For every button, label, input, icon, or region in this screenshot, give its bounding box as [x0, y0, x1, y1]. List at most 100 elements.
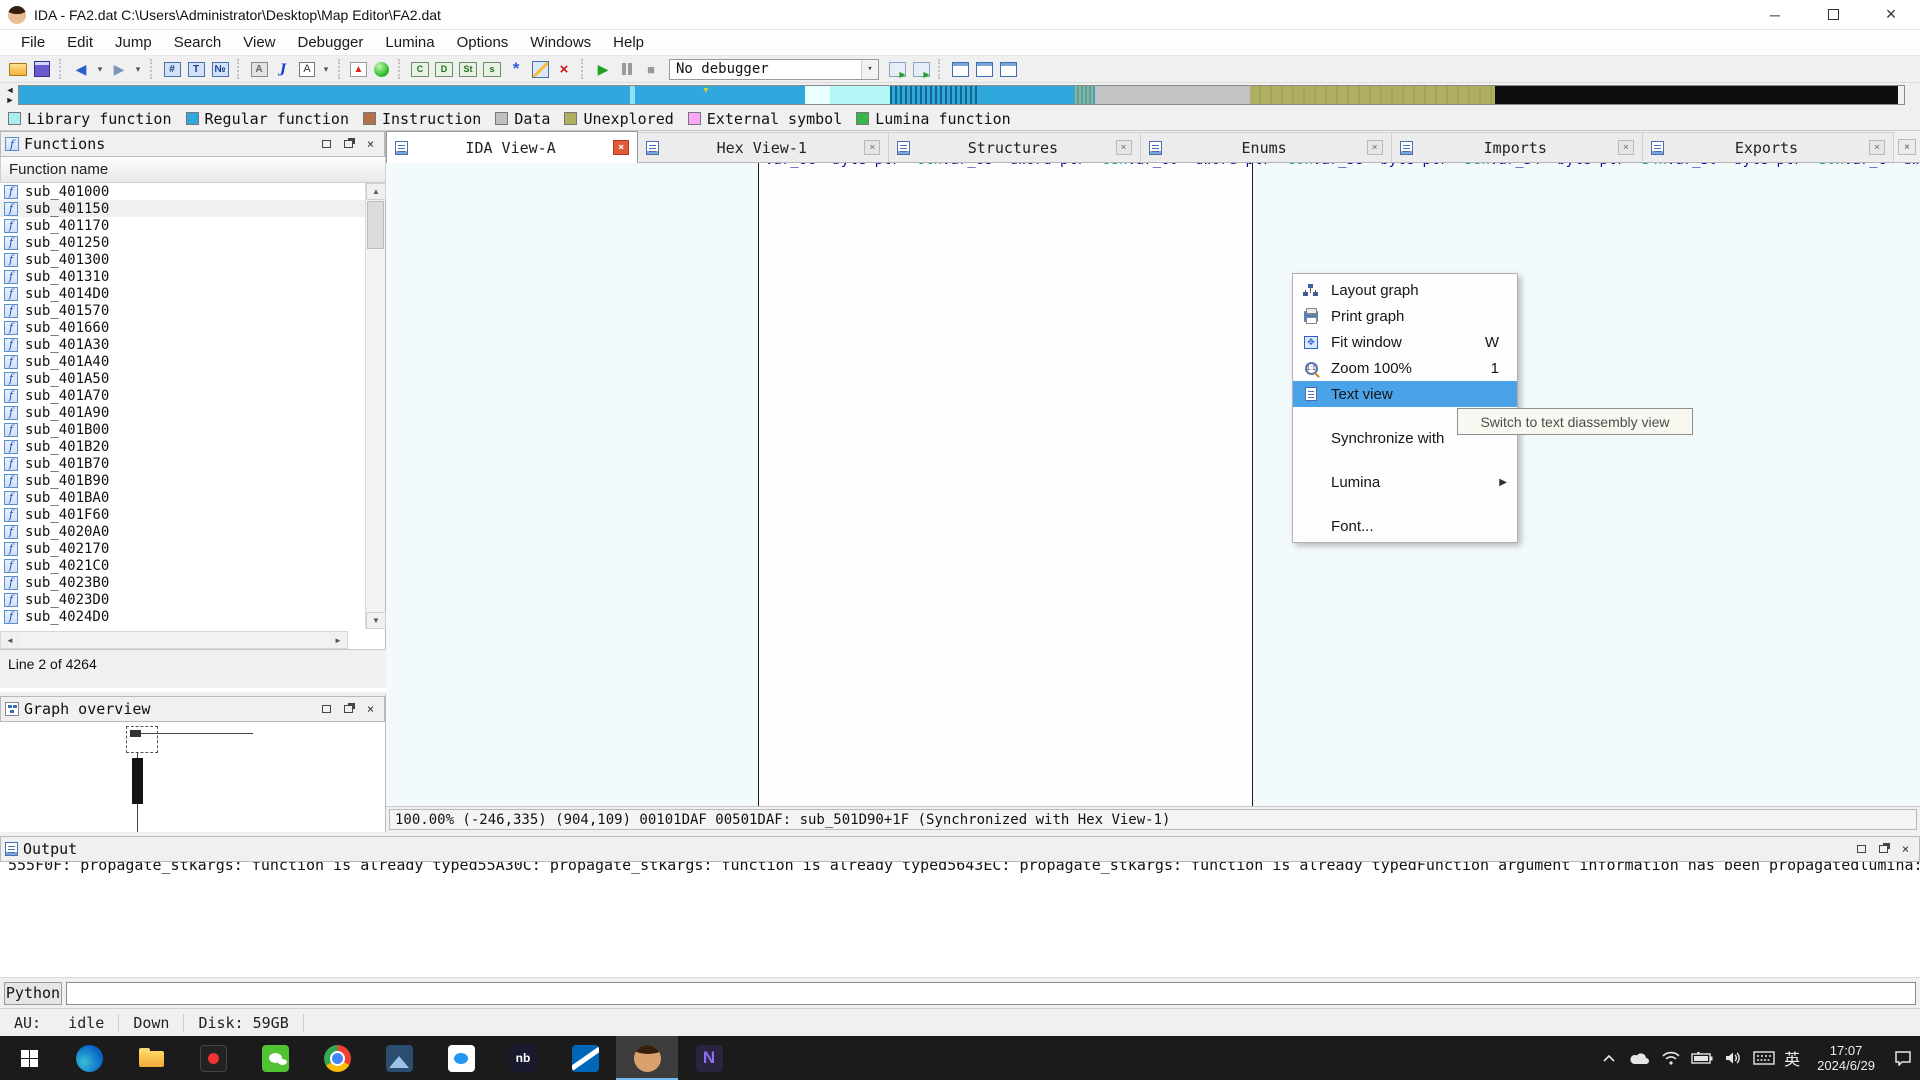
onedrive-cloud-icon[interactable]	[1629, 1047, 1651, 1069]
graph-view-canvas[interactable]: var_6C= byte ptr -6Chvar_68= dword ptr -…	[386, 163, 1920, 806]
function-list-item[interactable]: fsub_4023B0	[0, 574, 366, 591]
taskbar-app-ida[interactable]	[616, 1036, 678, 1080]
function-list-item[interactable]: fsub_401300	[0, 251, 366, 268]
output-panel-titlebar[interactable]: Output ×	[0, 836, 1920, 862]
function-list-item[interactable]: fsub_401310	[0, 268, 366, 285]
detach-icon[interactable]	[911, 59, 931, 79]
tab-close-icon[interactable]: ×	[1367, 140, 1383, 155]
make-code-icon[interactable]: C	[410, 59, 430, 79]
touch-keyboard-icon[interactable]	[1753, 1047, 1775, 1069]
ascii-a-icon[interactable]: A	[297, 59, 317, 79]
menu-item-view[interactable]: View	[232, 32, 286, 53]
taskbar-app-edge[interactable]	[58, 1036, 120, 1080]
search-gray-icon[interactable]: A	[249, 59, 269, 79]
function-list-item[interactable]: fsub_401F60	[0, 506, 366, 523]
function-list-item[interactable]: fsub_4023D0	[0, 591, 366, 608]
functions-vertical-scrollbar[interactable]: ▲ ▼	[365, 183, 385, 629]
graph-overview-titlebar[interactable]: Graph overview ×	[0, 696, 385, 722]
function-list-item[interactable]: fsub_401250	[0, 234, 366, 251]
close-button[interactable]: ×	[1862, 0, 1920, 29]
code-line[interactable]: var_30= byte ptr -30h	[1667, 163, 1844, 168]
maximize-button[interactable]	[1804, 0, 1862, 29]
make-struct-icon[interactable]: St	[458, 59, 478, 79]
python-button[interactable]: Python	[4, 982, 62, 1005]
taskbar-app-dark[interactable]	[182, 1036, 244, 1080]
context-menu-item-text-view[interactable]: Text view	[1293, 381, 1517, 407]
taskbar-app-photos[interactable]	[368, 1036, 430, 1080]
graph-overview-canvas[interactable]	[1, 722, 385, 835]
tab-close-icon[interactable]: ×	[613, 140, 629, 155]
tab-close-icon[interactable]: ×	[864, 140, 880, 155]
taskbar-app-explorer[interactable]	[120, 1036, 182, 1080]
float-icon[interactable]	[1877, 843, 1890, 855]
function-list-item[interactable]: fsub_401570	[0, 302, 366, 319]
tab-enums[interactable]: Enums×	[1141, 132, 1392, 162]
debugger-selector[interactable]: No debugger▾	[669, 59, 879, 80]
function-list-item[interactable]: fsub_401A40	[0, 353, 366, 370]
start-button[interactable]	[0, 1036, 58, 1080]
function-name-column-header[interactable]: Function name	[0, 157, 386, 183]
float-icon[interactable]	[342, 703, 355, 715]
dd-icon[interactable]: ▾	[321, 59, 331, 79]
code-line[interactable]: var_C= dword ptr -0Ch	[1844, 163, 1920, 168]
code-line[interactable]: var_58= byte ptr -58h	[1313, 163, 1490, 168]
output-log[interactable]: 555F0F: propagate_stkargs: function is a…	[0, 862, 1920, 978]
run-icon[interactable]: ▶	[593, 59, 613, 79]
function-list-item[interactable]: fsub_401B20	[0, 438, 366, 455]
function-list-item[interactable]: fsub_401000	[0, 183, 366, 200]
context-menu-item-layout-graph[interactable]: Layout graph	[1293, 277, 1517, 303]
battery-icon[interactable]	[1691, 1047, 1713, 1069]
make-string-icon[interactable]: s	[482, 59, 502, 79]
win1-icon[interactable]	[950, 59, 970, 79]
context-menu-item-print-graph[interactable]: Print graph	[1293, 303, 1517, 329]
problem-icon[interactable]: ▲	[350, 62, 367, 77]
make-data-icon[interactable]: D	[434, 59, 454, 79]
nav-forward-icon[interactable]: ▶	[109, 59, 129, 79]
search-n-icon[interactable]: №	[210, 59, 230, 79]
menu-item-file[interactable]: File	[10, 32, 56, 53]
function-list-item[interactable]: fsub_401B70	[0, 455, 366, 472]
minimize-button[interactable]: ─	[1746, 0, 1804, 29]
tab-structures[interactable]: Structures×	[889, 132, 1140, 162]
volume-icon[interactable]	[1722, 1047, 1744, 1069]
code-line[interactable]: var_6C= byte ptr -6Ch	[765, 163, 942, 168]
nav-back-icon[interactable]: ◀	[71, 59, 91, 79]
stop-icon[interactable]: ■	[641, 59, 661, 79]
search-hash-icon[interactable]: #	[162, 59, 182, 79]
taskbar-app-vscode[interactable]	[554, 1036, 616, 1080]
function-list-item[interactable]: fsub_4024D0	[0, 608, 366, 625]
scroll-up-icon[interactable]: ▲	[366, 183, 386, 200]
tab-close-icon[interactable]: ×	[1869, 140, 1885, 155]
restore-icon[interactable]	[1855, 843, 1868, 855]
star-icon[interactable]: *	[506, 59, 526, 79]
open-file-icon[interactable]	[8, 59, 28, 79]
function-list-item[interactable]: fsub_4014D0	[0, 285, 366, 302]
scroll-down-icon[interactable]: ▼	[366, 612, 386, 629]
context-menu-item-zoom-100-[interactable]: 1:1Zoom 100%1	[1293, 355, 1517, 381]
restore-icon[interactable]	[320, 703, 333, 715]
chevron-down-icon[interactable]: ▾	[861, 60, 878, 79]
context-menu-item-lumina[interactable]: Lumina▶	[1293, 469, 1517, 495]
disassembly-code[interactable]: var_6C= byte ptr -6Chvar_68= dword ptr -…	[765, 163, 1920, 170]
taskbar-app-wechat[interactable]	[244, 1036, 306, 1080]
dd-icon[interactable]: ▾	[95, 59, 105, 79]
tab-hex-view-1[interactable]: Hex View-1×	[638, 132, 889, 162]
function-list-item[interactable]: fsub_401A30	[0, 336, 366, 353]
attach-icon[interactable]	[887, 59, 907, 79]
tab-bar-close-icon[interactable]: ×	[1898, 139, 1916, 155]
scroll-right-icon[interactable]: ►	[329, 632, 347, 648]
code-line[interactable]: var_60= dword ptr -60h	[1127, 163, 1312, 168]
wifi-icon[interactable]	[1660, 1047, 1682, 1069]
menu-item-windows[interactable]: Windows	[519, 32, 602, 53]
restore-icon[interactable]	[320, 138, 333, 150]
menu-item-help[interactable]: Help	[602, 32, 655, 53]
dd-icon[interactable]: ▾	[133, 59, 143, 79]
taskbar-app-nb[interactable]: nb	[492, 1036, 554, 1080]
action-center-icon[interactable]	[1892, 1047, 1914, 1069]
tab-ida-view-a[interactable]: IDA View-A×	[386, 131, 638, 163]
taskbar-clock[interactable]: 17:07 2024/6/29	[1809, 1043, 1883, 1073]
function-list-item[interactable]: fsub_401A70	[0, 387, 366, 404]
function-list-item[interactable]: fsub_401150	[0, 200, 366, 217]
lumina-ball-icon[interactable]	[371, 59, 391, 79]
function-list-item[interactable]: fsub_401170	[0, 217, 366, 234]
